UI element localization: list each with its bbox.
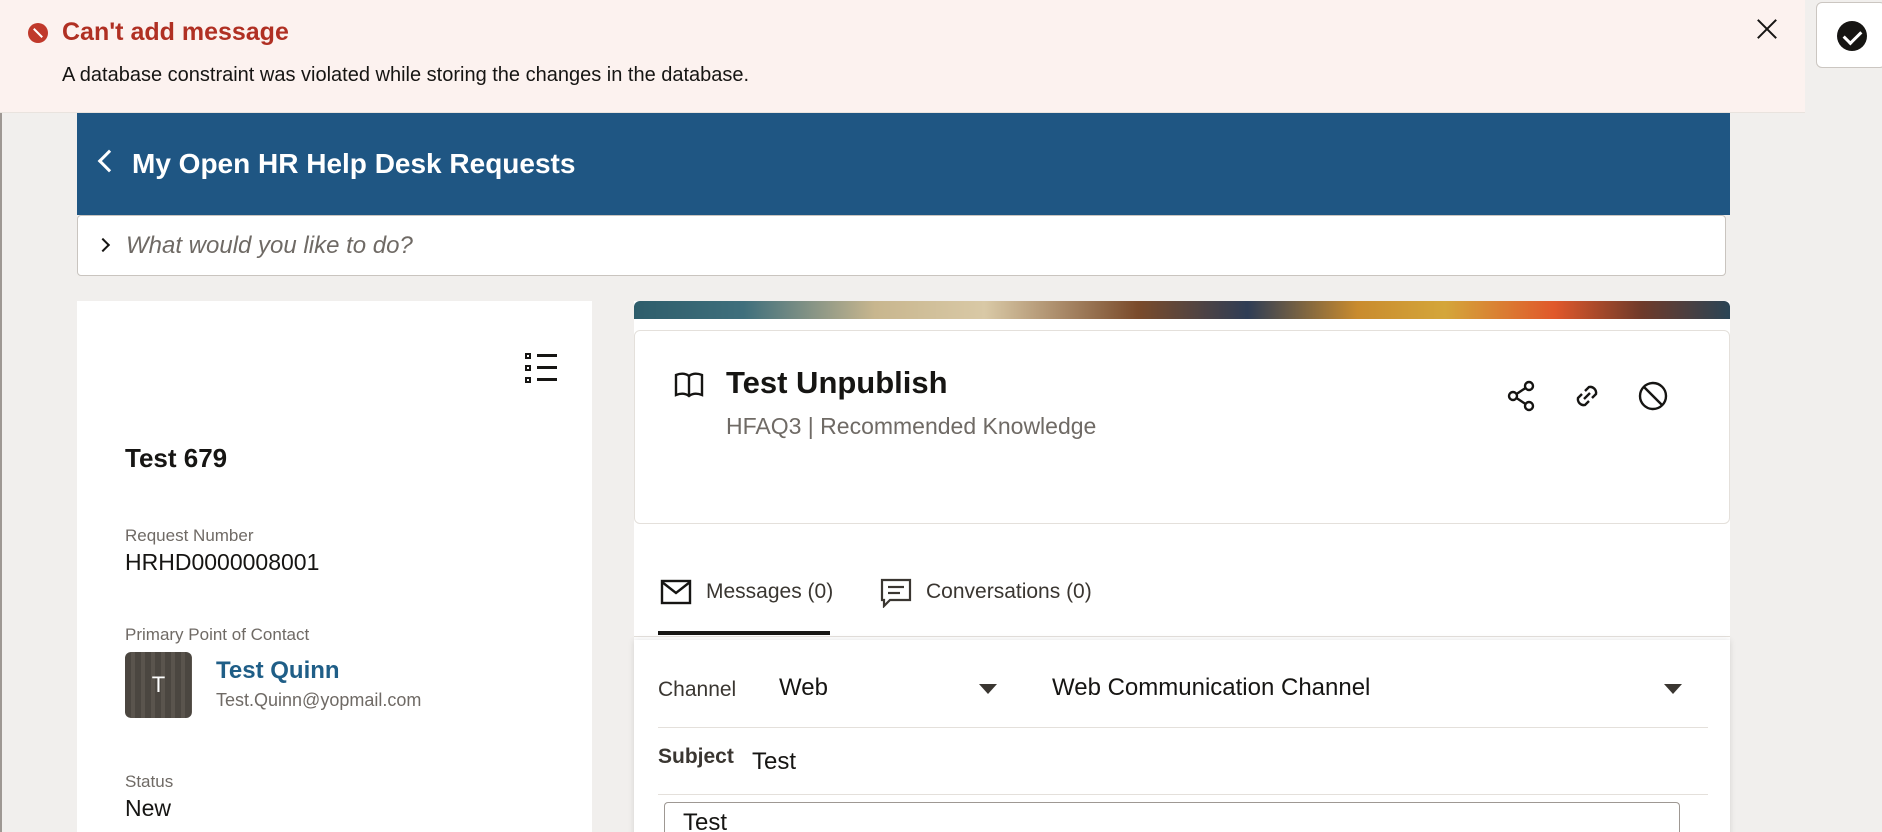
subject-input[interactable]: Test — [752, 748, 796, 776]
article-subtitle: HFAQ3 | Recommended Knowledge — [726, 413, 1097, 439]
chevron-right-icon[interactable] — [95, 237, 111, 253]
action-search-input[interactable] — [126, 228, 1686, 264]
subject-label: Subject — [658, 745, 734, 768]
request-number-value: HRHD0000008001 — [125, 549, 320, 575]
article-title: Test Unpublish — [726, 365, 948, 400]
contact-label: Primary Point of Contact — [125, 625, 310, 644]
row-divider — [658, 727, 1708, 728]
book-icon — [674, 372, 704, 398]
page-header: My Open HR Help Desk Requests — [77, 113, 1730, 215]
tab-messages-label: Messages (0) — [706, 580, 834, 603]
link-icon[interactable] — [1570, 379, 1604, 413]
channel-select-value: Web — [779, 674, 828, 701]
request-title: Test 679 — [125, 443, 228, 473]
error-icon — [28, 23, 48, 43]
message-body-text: Test — [683, 809, 728, 832]
tab-conversations[interactable]: Conversations (0) — [878, 568, 1098, 636]
list-view-icon[interactable] — [525, 353, 557, 383]
tab-messages[interactable]: Messages (0) — [658, 568, 834, 636]
communication-channel-select[interactable]: Web Communication Channel — [1052, 670, 1700, 706]
page-title: My Open HR Help Desk Requests — [132, 148, 576, 179]
window-left-edge — [0, 0, 2, 832]
tab-conversations-label: Conversations (0) — [926, 580, 1092, 603]
contact-name-link[interactable]: Test Quinn — [216, 657, 340, 685]
row-divider — [658, 794, 1708, 795]
error-message: A database constraint was violated while… — [62, 64, 750, 86]
message-body-editor[interactable]: Test — [664, 802, 1680, 832]
mail-icon — [660, 579, 692, 605]
error-title: Can't add message — [62, 18, 289, 46]
request-number-label: Request Number — [125, 526, 254, 545]
unpublish-icon[interactable] — [1636, 379, 1670, 413]
back-icon[interactable] — [97, 149, 121, 173]
chevron-down-icon — [979, 684, 997, 694]
action-search-bar[interactable] — [77, 215, 1726, 276]
chat-icon — [880, 578, 912, 608]
share-icon[interactable] — [1505, 379, 1539, 413]
contact-email: Test.Quinn@yopmail.com — [216, 690, 422, 710]
channel-label: Channel — [658, 678, 737, 701]
checkmark-icon — [1837, 21, 1867, 51]
new-message-form: Channel Web Web Communication Channel Su… — [634, 640, 1730, 832]
chevron-down-icon — [1664, 684, 1682, 694]
close-icon[interactable] — [1752, 14, 1782, 44]
avatar: T — [125, 652, 192, 718]
knowledge-article-card: Test Unpublish HFAQ3 | Recommended Knowl… — [634, 330, 1730, 524]
active-tab-indicator — [658, 631, 830, 635]
tabs-divider — [634, 636, 1730, 637]
hero-banner-image — [634, 301, 1730, 319]
channel-select[interactable]: Web — [779, 670, 1005, 706]
status-value: New — [125, 795, 172, 821]
request-details-panel: Test 679 Request Number HRHD0000008001 P… — [77, 301, 592, 832]
done-button[interactable] — [1816, 2, 1882, 68]
status-label: Status — [125, 772, 174, 791]
communication-channel-value: Web Communication Channel — [1052, 674, 1371, 701]
error-banner: Can't add message A database constraint … — [0, 0, 1805, 113]
